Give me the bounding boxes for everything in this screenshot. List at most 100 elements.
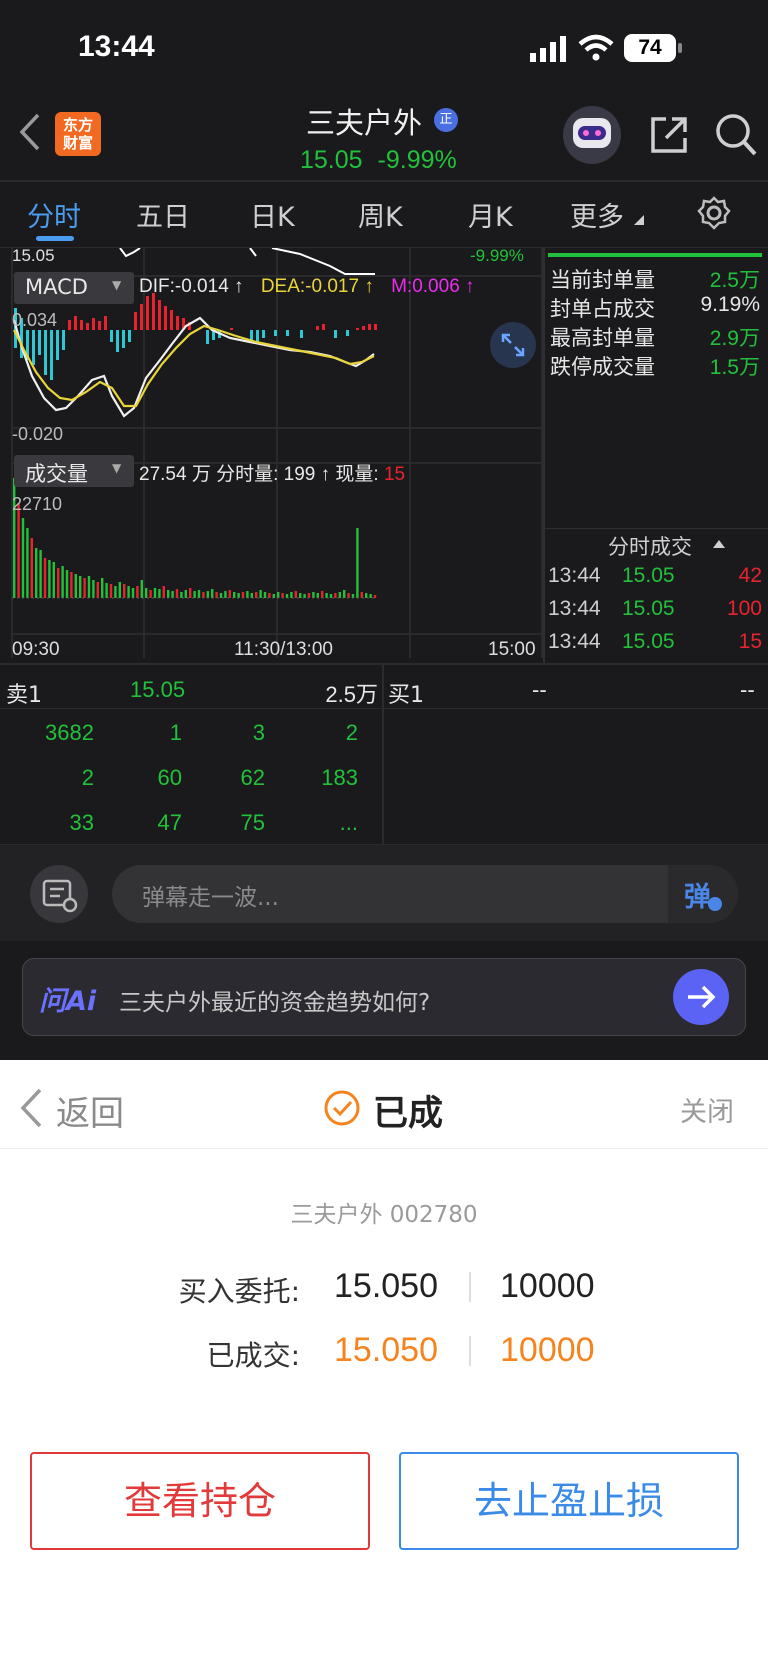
- volume-bar: [167, 590, 170, 598]
- tab-five-day[interactable]: 五日: [136, 195, 190, 234]
- danmu-settings-button[interactable]: [30, 865, 88, 923]
- search-icon[interactable]: [714, 112, 758, 158]
- sheet-back-button[interactable]: 返回: [56, 1086, 124, 1135]
- buy1-volume: --: [740, 677, 755, 702]
- volume-bar: [237, 593, 240, 598]
- tick-price: 15.05: [622, 564, 675, 587]
- volume-bar: [312, 592, 315, 598]
- filled-separator: [469, 1336, 471, 1366]
- volume-bar: [259, 590, 262, 598]
- order-queue-cell: 33: [69, 810, 94, 835]
- status-time: 13:44: [78, 30, 155, 63]
- robot-assistant-icon[interactable]: [563, 106, 621, 164]
- tick-volume: 15: [738, 630, 762, 653]
- danmu-settings-icon: [42, 879, 78, 913]
- arrow-right-icon: [688, 985, 716, 1009]
- expand-chart-button[interactable]: [490, 322, 536, 368]
- volume-bar: [145, 588, 148, 598]
- ticks-title[interactable]: 分时成交: [608, 531, 692, 561]
- eastmoney-logo[interactable]: 东方 财富: [55, 112, 101, 156]
- volume-bar: [250, 593, 253, 598]
- seal-info-value: 1.5万: [709, 356, 760, 379]
- entrust-label: 买入委托:: [178, 1275, 300, 1308]
- volume-bar: [277, 592, 280, 598]
- success-check-icon: [324, 1090, 360, 1126]
- ai-logo: 问Ai: [39, 986, 97, 1017]
- danmu-send-button[interactable]: 弹: [668, 865, 738, 923]
- seal-info-list: 当前封单量 2.5万 封单占成交 9.19% 最高封单量 2.9万 跌停成交量 1.5万: [550, 264, 760, 380]
- volume-bar: [228, 590, 231, 598]
- tick-volume: 100: [726, 597, 762, 620]
- tab-more[interactable]: 更多: [570, 195, 624, 234]
- chart-price-label: 15.05: [12, 246, 55, 265]
- tab-intraday[interactable]: 分时: [27, 195, 81, 234]
- volume-bar: [255, 592, 258, 598]
- volume-bar: [127, 586, 130, 598]
- ai-submit-button[interactable]: [673, 969, 729, 1025]
- tab-week-k[interactable]: 周K: [358, 195, 403, 234]
- macd-selector[interactable]: MACD ▼: [14, 272, 134, 304]
- volume-bar: [338, 592, 341, 598]
- sheet-stock: 三夫户外 002780: [290, 1202, 478, 1228]
- volume-bar: [35, 548, 38, 598]
- volume-selector[interactable]: 成交量 ▼: [14, 455, 134, 487]
- volume-bar: [246, 591, 249, 598]
- tick-row: 13:44 15.05 42: [548, 564, 762, 597]
- volume-bar: [299, 593, 302, 598]
- volume-bar: [79, 576, 82, 598]
- macd-values: DIF:-0.014 ↑ DEA:-0.017 ↑ M:0.006 ↑: [139, 276, 475, 298]
- order-queue-row: 2 60 62 183: [0, 765, 380, 810]
- volume-bar: [109, 584, 113, 598]
- volume-summary-text: 27.54 万 分时量: 199 ↑ 现量:: [139, 464, 379, 485]
- volume-bar: [153, 588, 157, 598]
- volume-bar: [325, 593, 328, 598]
- back-chevron-icon[interactable]: [18, 113, 42, 151]
- volume-bar: [294, 591, 297, 598]
- share-icon[interactable]: [648, 114, 690, 156]
- volume-bar: [347, 593, 350, 598]
- order-queue-cell: 47: [157, 810, 182, 835]
- sell1-price: 15.05: [130, 677, 186, 702]
- orderbook-row-divider-right: [384, 708, 768, 709]
- tick-time: 13:44: [548, 630, 601, 653]
- volume-bar: [268, 593, 271, 598]
- more-caret-icon: [634, 215, 644, 225]
- volume-bar: [272, 594, 275, 598]
- order-queue-cell: 2: [345, 720, 358, 745]
- volume-bar: [263, 592, 267, 598]
- seal-info-row: 封单占成交 9.19%: [550, 293, 760, 322]
- tab-active-indicator: [36, 236, 74, 241]
- seal-info-value: 2.5万: [709, 269, 760, 292]
- sheet-close-button[interactable]: 关闭: [680, 1090, 734, 1129]
- macd-label: MACD: [25, 275, 88, 299]
- volume-bar: [101, 578, 104, 598]
- volume-bar: [233, 592, 236, 598]
- order-queue-cell: 2: [81, 765, 94, 790]
- seal-info-label: 封单占成交: [550, 297, 655, 321]
- ai-question-bar[interactable]: 问Ai 三夫户外最近的资金趋势如何?: [22, 958, 746, 1036]
- sell1-volume: 2.5万: [325, 682, 378, 707]
- danmu-input[interactable]: 弹幕走一波...: [112, 865, 738, 923]
- view-position-button[interactable]: 查看持仓: [30, 1452, 370, 1550]
- volume-dropdown-icon: ▼: [112, 461, 122, 475]
- volume-bar: [369, 594, 372, 598]
- sheet-back-icon[interactable]: [18, 1088, 44, 1128]
- settings-gear-icon[interactable]: [697, 196, 731, 230]
- volume-bar: [290, 592, 293, 598]
- volume-bar: [26, 528, 29, 598]
- sheet-status: 已成: [373, 1094, 444, 1134]
- ticks-sort-icon: [713, 540, 725, 548]
- volume-bar: [224, 591, 227, 598]
- tab-month-k[interactable]: 月K: [468, 195, 513, 234]
- tab-day-k[interactable]: 日K: [250, 195, 295, 234]
- seal-info-row: 最高封单量 2.9万: [550, 322, 760, 351]
- volume-bar: [39, 550, 42, 598]
- volume-bar: [202, 592, 205, 598]
- header-price-change: 15.05 -9.99%: [300, 146, 457, 175]
- seal-info-row: 当前封单量 2.5万: [550, 264, 760, 293]
- volume-bar: [21, 518, 25, 598]
- filled-qty: 10000: [500, 1331, 595, 1369]
- volume-bar: [131, 588, 135, 598]
- stop-profit-loss-button[interactable]: 去止盈止损: [399, 1452, 739, 1550]
- tick-list: 13:44 15.05 42 13:44 15.05 100 13:44 15.05 15: [548, 564, 762, 663]
